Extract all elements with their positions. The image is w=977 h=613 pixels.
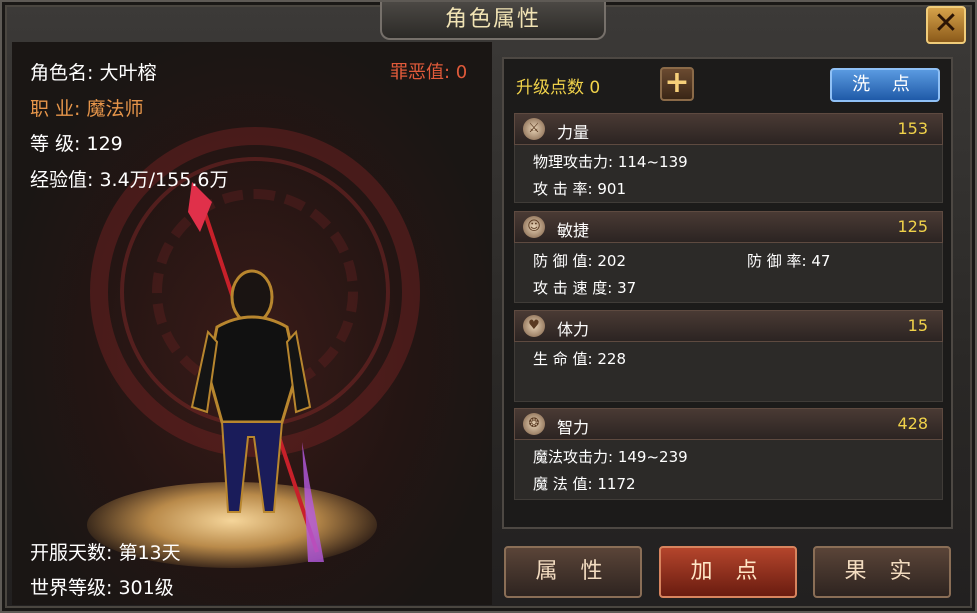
attribute-details: 魔法攻击力: 149~239 魔 法 值: 1172 bbox=[514, 440, 943, 500]
character-exp: 经验值: 3.4万/155.6万 bbox=[30, 169, 229, 191]
attribute-panel: 升级点数 0 + 洗 点 ⚔ 力量 153 物理攻击力: 114~139 攻 击… bbox=[502, 57, 953, 529]
attribute-details: 防 御 值: 202 防 御 率: 47 攻 击 速 度: 37 bbox=[514, 243, 943, 303]
agility-icon: ☺ bbox=[523, 216, 545, 238]
stat-phys-attack: 物理攻击力: 114~139 bbox=[533, 153, 688, 171]
attribute-value: 125 bbox=[897, 217, 928, 236]
attribute-value: 153 bbox=[897, 119, 928, 138]
attribute-agility: ☺ 敏捷 125 防 御 值: 202 防 御 率: 47 攻 击 速 度: 3… bbox=[514, 211, 943, 303]
attribute-value: 428 bbox=[897, 414, 928, 433]
server-days: 开服天数: 第13天 bbox=[30, 542, 181, 564]
character-preview-panel: 角色名: 大叶榕 职 业: 魔法师 等 级: 129 经验值: 3.4万/155… bbox=[12, 42, 492, 605]
character-class: 职 业: 魔法师 bbox=[30, 98, 144, 120]
attribute-strength: ⚔ 力量 153 物理攻击力: 114~139 攻 击 率: 901 bbox=[514, 113, 943, 203]
attribute-value: 15 bbox=[907, 316, 928, 335]
attribute-name: 体力 bbox=[557, 320, 590, 339]
close-icon: ✕ bbox=[933, 6, 959, 41]
window-title: 角色属性 bbox=[444, 7, 541, 32]
tab-add-points[interactable]: 加 点 bbox=[659, 546, 797, 598]
upgrade-points: 升级点数 0 bbox=[516, 78, 601, 98]
attribute-intelligence: ❂ 智力 428 魔法攻击力: 149~239 魔 法 值: 1172 bbox=[514, 408, 943, 500]
tab-attributes[interactable]: 属 性 bbox=[504, 546, 642, 598]
sin-value: 罪恶值: 0 bbox=[390, 62, 468, 83]
add-point-button[interactable]: + bbox=[660, 67, 694, 101]
character-level: 等 级: 129 bbox=[30, 133, 123, 155]
attribute-details: 物理攻击力: 114~139 攻 击 率: 901 bbox=[514, 145, 943, 203]
attribute-stamina: ♥ 体力 15 生 命 值: 228 bbox=[514, 310, 943, 402]
stat-hp: 生 命 值: 228 bbox=[533, 350, 626, 368]
attribute-header: ⚔ 力量 153 bbox=[514, 113, 943, 145]
reset-points-button[interactable]: 洗 点 bbox=[830, 68, 940, 102]
character-model bbox=[188, 182, 324, 562]
attribute-header: ☺ 敏捷 125 bbox=[514, 211, 943, 243]
attribute-name: 敏捷 bbox=[557, 221, 590, 240]
stat-defense-rate: 防 御 率: 47 bbox=[747, 252, 831, 270]
stat-magic-attack: 魔法攻击力: 149~239 bbox=[533, 448, 688, 466]
attribute-header: ❂ 智力 428 bbox=[514, 408, 943, 440]
attribute-name: 智力 bbox=[557, 418, 590, 437]
attribute-name: 力量 bbox=[557, 123, 590, 142]
stat-hit-rate: 攻 击 率: 901 bbox=[533, 180, 626, 198]
world-level: 世界等级: 301级 bbox=[30, 577, 174, 599]
sword-icon: ⚔ bbox=[523, 118, 545, 140]
plus-icon: + bbox=[664, 65, 690, 100]
window-title-bar: 角色属性 bbox=[380, 2, 606, 40]
spiral-icon: ❂ bbox=[523, 413, 545, 435]
attribute-header: ♥ 体力 15 bbox=[514, 310, 943, 342]
attribute-details: 生 命 值: 228 bbox=[514, 342, 943, 402]
tab-fruits[interactable]: 果 实 bbox=[813, 546, 951, 598]
heart-icon: ♥ bbox=[523, 315, 545, 337]
character-name: 角色名: 大叶榕 bbox=[30, 62, 157, 84]
stat-attack-speed: 攻 击 速 度: 37 bbox=[533, 279, 637, 297]
stat-mana: 魔 法 值: 1172 bbox=[533, 475, 636, 493]
close-button[interactable]: ✕ bbox=[926, 6, 966, 44]
stat-defense: 防 御 值: 202 bbox=[533, 252, 626, 270]
